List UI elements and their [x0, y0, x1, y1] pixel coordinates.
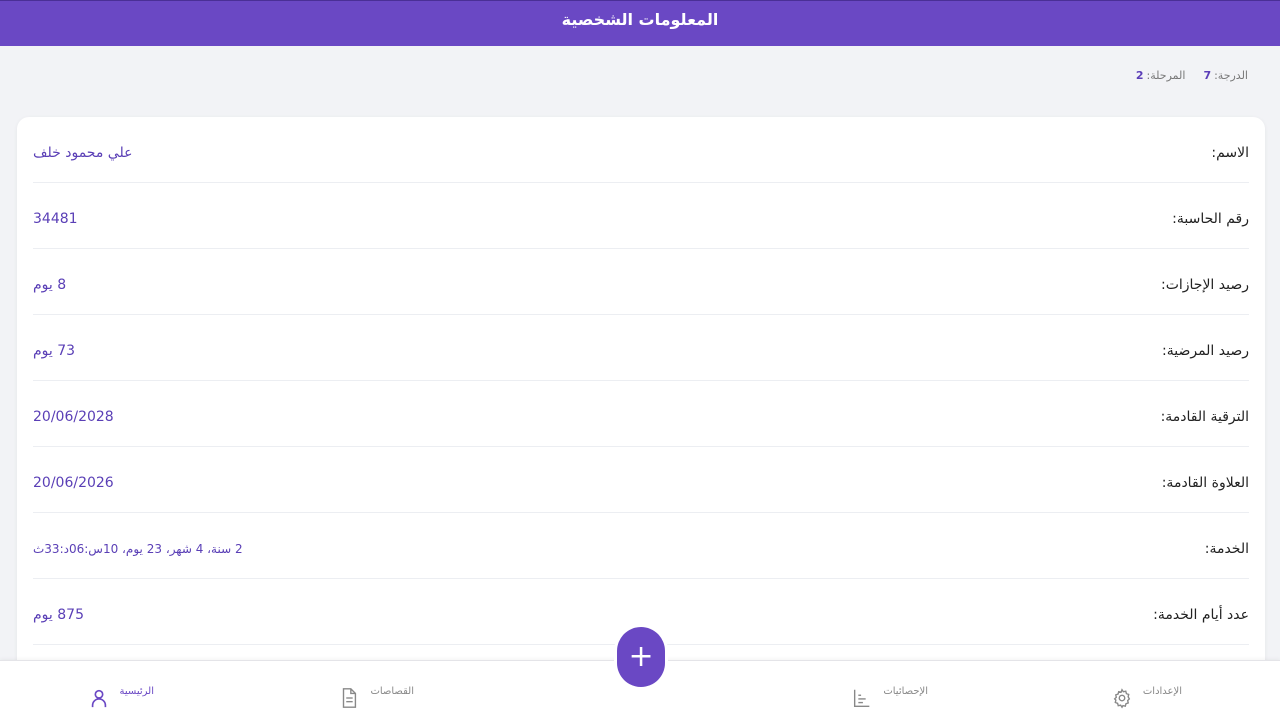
- nav-item-settings[interactable]: الإعدادات: [1111, 673, 1182, 713]
- gear-icon: [1113, 688, 1131, 709]
- page-title: المعلومات الشخصية: [561, 10, 719, 29]
- info-row-name: الاسم: علي محمود خلف: [33, 117, 1249, 183]
- info-row-computer-number: رقم الحاسبة: 34481: [33, 183, 1249, 249]
- info-label: الخدمة:: [1204, 540, 1249, 557]
- info-row-next-promotion: الترقية القادمة: 20/06/2028: [33, 381, 1249, 447]
- info-label: الاسم:: [1211, 144, 1249, 161]
- grade-stage-meta: الدرجة: 7 المرحلة: 2: [1136, 69, 1248, 82]
- document-icon: [343, 688, 357, 708]
- plus-icon: +: [628, 639, 654, 674]
- stage-pair: المرحلة: 2: [1136, 69, 1186, 82]
- nav-item-home[interactable]: الرئيسية: [88, 673, 154, 713]
- nav-label-home: الرئيسية: [119, 686, 154, 697]
- stage-label: المرحلة:: [1146, 69, 1186, 82]
- info-value: 20/06/2028: [33, 408, 114, 425]
- grade-value: 7: [1203, 69, 1212, 82]
- nav-item-stats[interactable]: الإحصائيات: [851, 673, 928, 713]
- nav-item-deductions[interactable]: القصاصات: [338, 673, 414, 713]
- add-fab-button[interactable]: +: [617, 627, 665, 687]
- info-value: 8 يوم: [33, 276, 67, 293]
- grade-pair: الدرجة: 7: [1203, 69, 1248, 82]
- nav-label-deductions: القصاصات: [370, 686, 414, 697]
- info-value: علي محمود خلف: [33, 144, 133, 161]
- info-label: رقم الحاسبة:: [1172, 210, 1249, 227]
- bar-chart-icon: [854, 689, 870, 707]
- nav-label-settings: الإعدادات: [1142, 686, 1182, 697]
- info-label: رصيد المرضية:: [1162, 342, 1249, 359]
- info-label: العلاوة القادمة:: [1161, 474, 1249, 491]
- info-row-next-raise: العلاوة القادمة: 20/06/2026: [33, 447, 1249, 513]
- info-value: 2 سنة، 4 شهر، 23 يوم، 10س:06د:33ث: [33, 541, 243, 556]
- grade-label: الدرجة:: [1214, 69, 1248, 82]
- info-value: 20/06/2026: [33, 474, 114, 491]
- info-row-sick-balance: رصيد المرضية: 73 يوم: [33, 315, 1249, 381]
- info-value: 34481: [33, 210, 78, 227]
- info-label: رصيد الإجازات:: [1160, 276, 1249, 293]
- nav-label-stats: الإحصائيات: [883, 686, 928, 697]
- info-value: 875 يوم: [33, 606, 84, 623]
- info-row-service: الخدمة: 2 سنة، 4 شهر، 23 يوم، 10س:06د:33…: [33, 513, 1249, 579]
- info-label: الترقية القادمة:: [1160, 408, 1249, 425]
- user-icon: [91, 689, 106, 708]
- personal-info-card: الاسم: علي محمود خلف رقم الحاسبة: 34481 …: [17, 117, 1265, 677]
- top-app-bar: المعلومات الشخصية: [0, 0, 1280, 46]
- stage-value: 2: [1135, 69, 1144, 82]
- info-row-leave-balance: رصيد الإجازات: 8 يوم: [33, 249, 1249, 315]
- info-label: عدد أيام الخدمة:: [1153, 606, 1249, 623]
- info-value: 73 يوم: [33, 342, 76, 359]
